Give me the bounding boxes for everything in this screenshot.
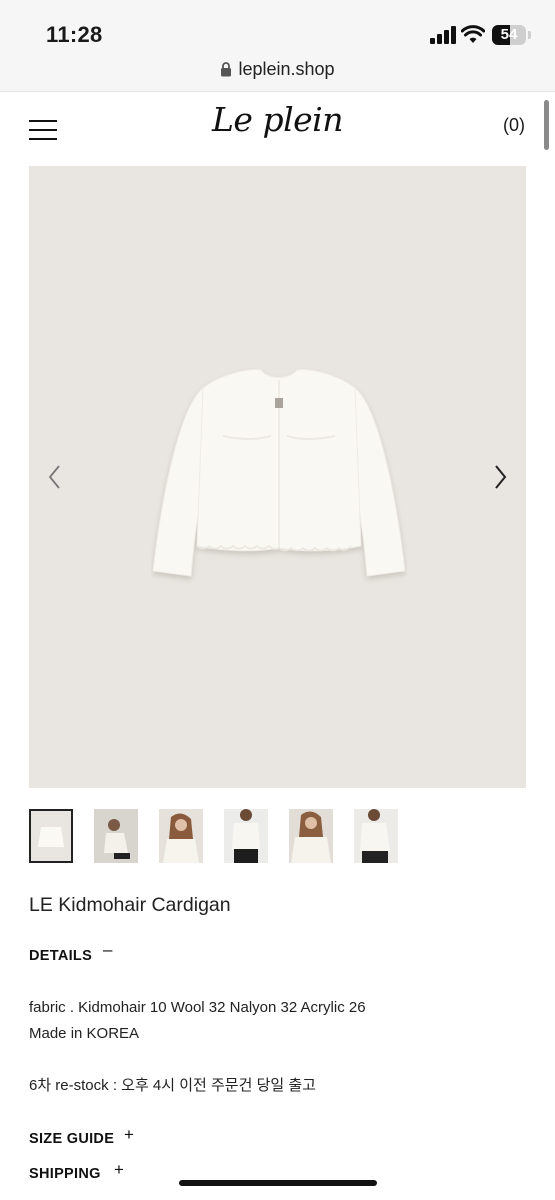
- battery-tip: [528, 31, 531, 39]
- shipping-heading[interactable]: SHIPPING: [29, 1166, 101, 1182]
- size-guide-heading[interactable]: SIZE GUIDE: [29, 1131, 114, 1147]
- wifi-icon: [461, 25, 485, 43]
- size-guide-expand-toggle[interactable]: +: [124, 1125, 134, 1145]
- restock-info: 6차 re-stock : 오후 4시 이전 주문건 당일 출고: [29, 1077, 316, 1094]
- shipping-expand-toggle[interactable]: +: [114, 1160, 124, 1180]
- cardigan-image: [152, 369, 406, 577]
- thumbnail-4[interactable]: [224, 809, 268, 863]
- status-time: 11:28: [46, 22, 103, 47]
- battery-level: 54: [500, 26, 518, 43]
- battery-icon: 54: [492, 25, 526, 45]
- thumbnail-2[interactable]: [94, 809, 138, 863]
- fabric-info: fabric . Kidmohair 10 Wool 32 Nalyon 32 …: [29, 999, 366, 1016]
- browser-chrome: 11:28 54 leplein.shop: [0, 0, 555, 92]
- thumbnail-5[interactable]: [289, 809, 333, 863]
- details-heading[interactable]: DETAILS: [29, 948, 92, 964]
- next-image-arrow-icon[interactable]: [490, 462, 510, 492]
- address-bar[interactable]: leplein.shop: [0, 59, 555, 80]
- thumbnail-strip: [29, 809, 429, 864]
- site-logo[interactable]: Le plein: [0, 100, 555, 139]
- thumbnail-3[interactable]: [159, 809, 203, 863]
- url-text: leplein.shop: [238, 59, 335, 79]
- details-collapse-toggle[interactable]: –: [103, 940, 112, 960]
- lock-icon: [221, 62, 232, 77]
- origin-info: Made in KOREA: [29, 1025, 140, 1042]
- product-name: LE Kidmohair Cardigan: [29, 894, 231, 916]
- thumbnail-1[interactable]: [29, 809, 73, 863]
- scrollbar[interactable]: [544, 100, 549, 150]
- product-image: [29, 166, 526, 788]
- prev-image-arrow-icon[interactable]: [45, 462, 65, 492]
- cellular-signal-icon: [430, 26, 456, 44]
- home-indicator[interactable]: [179, 1180, 377, 1186]
- thumbnail-6[interactable]: [354, 809, 398, 863]
- cart-button[interactable]: (0): [503, 115, 525, 136]
